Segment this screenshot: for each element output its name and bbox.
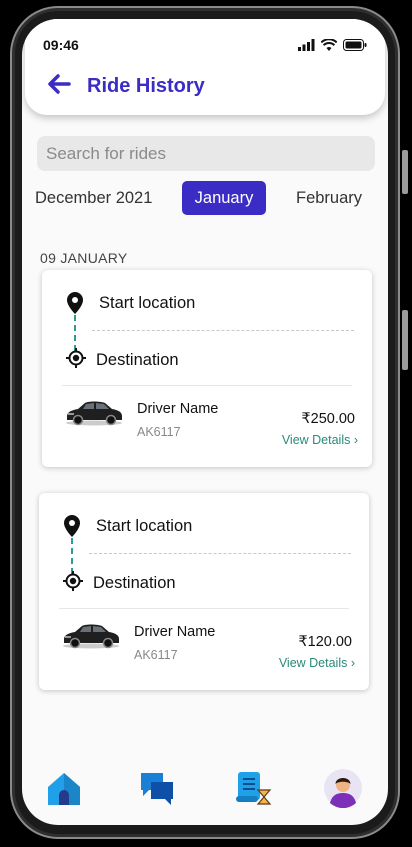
divider (89, 553, 351, 554)
wifi-icon (321, 39, 337, 51)
start-location-label: Start location (96, 517, 193, 535)
destination-target-icon (63, 571, 83, 591)
nav-history[interactable] (232, 767, 274, 809)
destination-target-icon (66, 348, 86, 368)
month-tab-current[interactable]: January (182, 181, 266, 215)
start-location-label: Start location (99, 294, 196, 312)
vehicle-number: AK6117 (134, 648, 178, 662)
back-arrow-icon[interactable] (47, 73, 71, 95)
side-button (402, 150, 408, 194)
search-input[interactable] (37, 136, 375, 171)
status-time: 09:46 (43, 37, 79, 53)
app-bar: 09:46 Ride History (25, 19, 385, 115)
home-icon (48, 773, 80, 805)
car-icon (63, 624, 119, 649)
view-details-link[interactable]: View Details › (279, 656, 355, 670)
ride-price: ₹120.00 (298, 634, 352, 650)
destination-label: Destination (93, 574, 176, 592)
status-icons (298, 39, 367, 51)
location-pin-icon (64, 515, 80, 537)
divider (62, 385, 352, 386)
nav-home[interactable] (43, 767, 85, 809)
profile-icon (324, 769, 362, 808)
driver-name: Driver Name (134, 624, 216, 640)
month-tab-prev[interactable]: December 2021 (35, 189, 152, 208)
date-section-header: 09 JANUARY (40, 250, 128, 266)
route-line (71, 538, 73, 574)
ride-card[interactable]: Start location Destination Driver Name A… (42, 270, 372, 467)
nav-messages[interactable] (136, 767, 178, 809)
page-title: Ride History (87, 75, 205, 97)
nav-profile[interactable] (322, 767, 364, 809)
driver-name: Driver Name (137, 401, 219, 417)
battery-icon (343, 39, 367, 51)
location-pin-icon (67, 292, 83, 314)
bottom-nav (22, 767, 388, 815)
history-icon (236, 772, 272, 805)
chat-icon (141, 773, 173, 805)
destination-label: Destination (96, 351, 179, 369)
ride-card[interactable]: Start location Destination Driver Name A… (39, 493, 369, 690)
divider (92, 330, 354, 331)
month-tab-next[interactable]: February (296, 189, 362, 208)
divider (59, 608, 349, 609)
route-line (74, 315, 76, 351)
ride-price: ₹250.00 (301, 411, 355, 427)
signal-icon (298, 39, 315, 51)
view-details-link[interactable]: View Details › (282, 433, 358, 447)
screen: 09:46 Ride History December 2021 January (22, 19, 388, 825)
car-icon (66, 401, 122, 426)
side-button (402, 310, 408, 370)
vehicle-number: AK6117 (137, 425, 181, 439)
